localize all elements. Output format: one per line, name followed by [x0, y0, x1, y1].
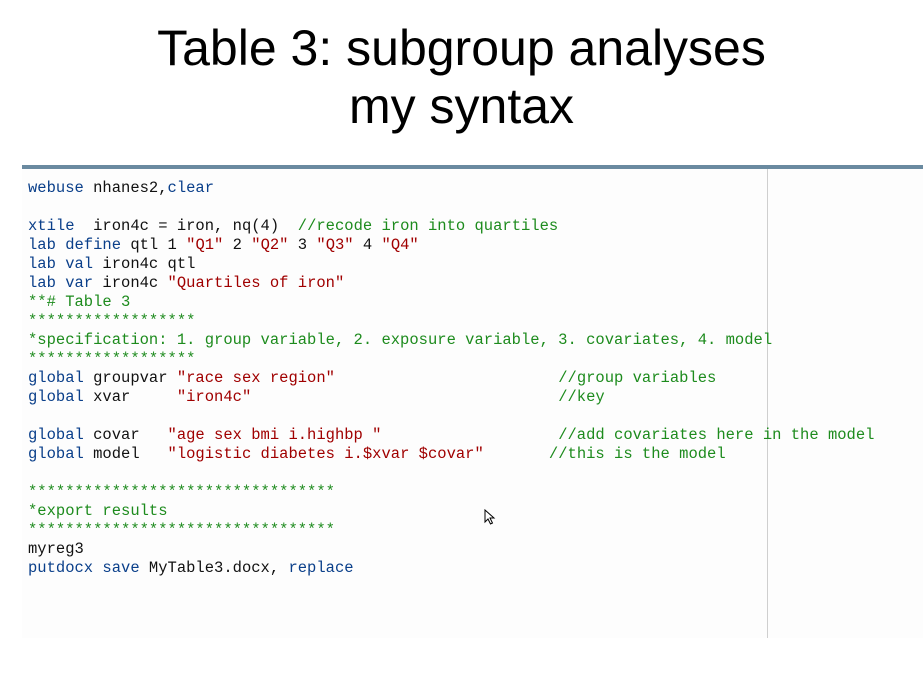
tok: //recode iron into quartiles [298, 217, 558, 235]
tok: *specification: 1. group variable, 2. ex… [28, 331, 772, 349]
tok: "age sex bmi i.highbp " [168, 426, 382, 444]
tok: "race sex region" [177, 369, 335, 387]
tok: //this is the model [549, 445, 726, 463]
tok: **# Table 3 [28, 293, 130, 311]
tok: global [28, 445, 84, 463]
tok [381, 426, 558, 444]
tok: MyTable3.docx, [140, 559, 289, 577]
title-line1: Table 3: subgroup analyses [157, 20, 766, 76]
tok: iron4c [93, 274, 167, 292]
tok: global [28, 426, 84, 444]
tok: ********************************* [28, 521, 335, 539]
tok: ********************************* [28, 483, 335, 501]
tok: nhanes2, [84, 179, 168, 197]
tok: ****************** [28, 350, 195, 368]
tok: "Q2" [251, 236, 288, 254]
tok: "Q3" [316, 236, 353, 254]
code-content: webuse nhanes2,clear xtile iron4c = iron… [22, 169, 923, 638]
tok: 4 [354, 236, 382, 254]
tok: *export results [28, 502, 168, 520]
tok: lab define [28, 236, 121, 254]
tok: covar [84, 426, 168, 444]
title-line2: my syntax [349, 78, 574, 134]
tok: 3 [288, 236, 316, 254]
tok: global [28, 369, 84, 387]
tok: "Quartiles of iron" [168, 274, 345, 292]
tok: myreg3 [28, 540, 84, 558]
tok: webuse [28, 179, 84, 197]
tok: iron4c = iron, nq(4) [75, 217, 298, 235]
tok: groupvar [84, 369, 177, 387]
tok: model [84, 445, 168, 463]
tok: "Q4" [382, 236, 419, 254]
tok: "logistic diabetes i.$xvar $covar" [168, 445, 484, 463]
tok: //group variables [558, 369, 716, 387]
tok: xvar [84, 388, 177, 406]
tok: 2 [223, 236, 251, 254]
tok: iron4c qtl [93, 255, 195, 273]
tok: ****************** [28, 312, 195, 330]
tok: lab val [28, 255, 93, 273]
slide: Table 3: subgroup analyses my syntax web… [0, 0, 923, 688]
tok [484, 445, 549, 463]
code-editor: webuse nhanes2,clear xtile iron4c = iron… [22, 165, 923, 638]
tok [251, 388, 558, 406]
tok: //key [558, 388, 605, 406]
tok: "Q1" [186, 236, 223, 254]
tok: qtl 1 [121, 236, 186, 254]
tok: "iron4c" [177, 388, 251, 406]
tok [335, 369, 558, 387]
tok: replace [288, 559, 353, 577]
slide-title: Table 3: subgroup analyses my syntax [0, 0, 923, 135]
tok: global [28, 388, 84, 406]
tok: xtile [28, 217, 75, 235]
tok: //add covariates here in the model [558, 426, 874, 444]
tok: putdocx save [28, 559, 140, 577]
tok: clear [168, 179, 215, 197]
tok: lab var [28, 274, 93, 292]
